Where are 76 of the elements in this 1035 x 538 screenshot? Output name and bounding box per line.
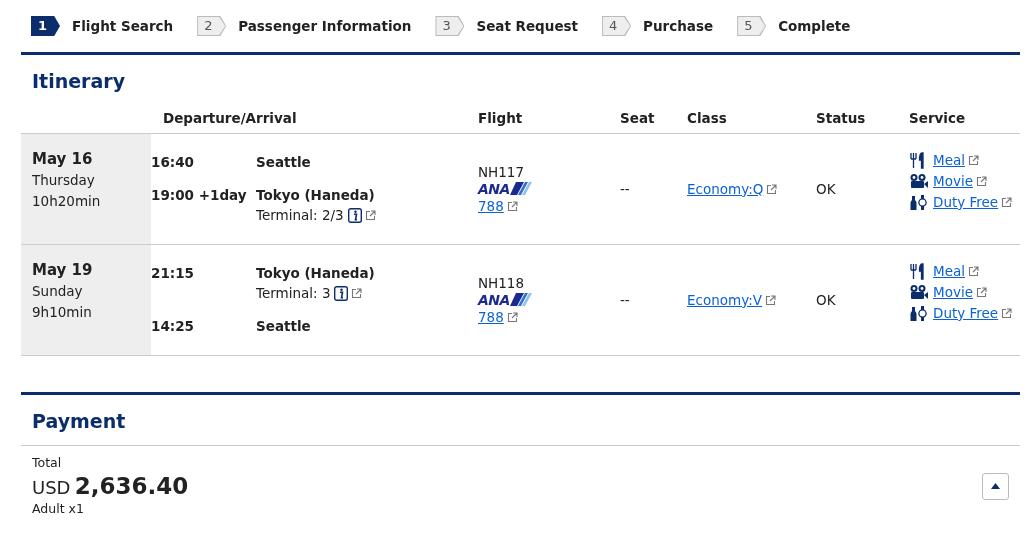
bottle-watch-icon xyxy=(909,193,929,211)
passenger-count: Adult x1 xyxy=(31,500,85,517)
airline-logo: ANA xyxy=(478,292,608,307)
step-label: Complete xyxy=(778,16,851,36)
column-header: Status xyxy=(815,108,867,128)
flight-duration: 10h20min xyxy=(32,191,102,211)
service-link[interactable]: Duty Free xyxy=(933,304,999,321)
flight-number: NH117 xyxy=(478,162,526,182)
airline-logo: ANA xyxy=(478,181,608,196)
service-link[interactable]: Duty Free xyxy=(933,193,999,210)
flight-date: May 19 xyxy=(32,259,94,281)
total-label: Total xyxy=(31,454,63,472)
external-link-icon xyxy=(351,288,363,300)
camera-icon xyxy=(909,283,929,301)
leg-city: Seattle xyxy=(256,153,312,173)
camera-icon xyxy=(909,172,929,190)
seat-value: -- xyxy=(620,290,631,310)
section-title: Itinerary xyxy=(21,52,1020,104)
class-link[interactable]: Economy:V xyxy=(687,291,762,308)
external-link-icon xyxy=(506,311,518,323)
external-link-icon xyxy=(1001,307,1013,319)
leg-city: Tokyo (Haneda) xyxy=(256,264,376,284)
step-number: 2 xyxy=(197,16,227,36)
terminal-text: Terminal: 2/3 xyxy=(256,207,344,224)
step-label: Purchase xyxy=(643,16,714,36)
leg-city: Tokyo (Haneda) xyxy=(256,185,376,205)
total-amount: 2,636.40 xyxy=(74,472,189,499)
service-link[interactable]: Movie xyxy=(933,283,973,300)
external-link-icon xyxy=(968,265,979,277)
info-icon xyxy=(334,286,349,302)
external-link-icon xyxy=(975,286,987,298)
bottle-watch-icon xyxy=(909,304,929,322)
leg-time: 16:40 xyxy=(151,153,195,173)
step-number: 4 xyxy=(602,16,632,36)
column-header: Class xyxy=(686,108,728,128)
column-header: Flight xyxy=(477,108,524,128)
class-link[interactable]: Economy:Q xyxy=(687,180,764,197)
service-link[interactable]: Movie xyxy=(933,172,973,189)
status-value: OK xyxy=(816,179,837,199)
step-number: 3 xyxy=(435,16,465,36)
service-link[interactable]: Meal xyxy=(933,262,965,279)
external-link-icon xyxy=(968,154,979,166)
external-link-icon xyxy=(766,183,778,195)
leg-time: 14:25 xyxy=(151,317,195,337)
seat-value: -- xyxy=(620,179,631,199)
step-number: 5 xyxy=(737,16,767,36)
collapse-button[interactable] xyxy=(982,472,1009,500)
aircraft-link[interactable]: 788 xyxy=(478,308,504,325)
section-title: Payment xyxy=(21,391,1020,446)
weekday: Sunday xyxy=(32,282,84,302)
weekday: Thursday xyxy=(32,171,96,191)
service-link[interactable]: Meal xyxy=(933,151,965,168)
step-label: Passenger Information xyxy=(238,16,412,36)
leg-time: 21:15 xyxy=(151,264,195,284)
external-link-icon xyxy=(975,175,987,187)
external-link-icon xyxy=(764,294,776,306)
external-link-icon xyxy=(1001,196,1013,208)
aircraft-link[interactable]: 788 xyxy=(478,197,504,214)
currency-label: USD xyxy=(32,476,71,498)
column-header: Service xyxy=(908,108,967,128)
column-header: Seat xyxy=(619,108,656,128)
external-link-icon xyxy=(364,210,376,222)
flight-duration: 9h10min xyxy=(32,302,93,322)
flight-date: May 16 xyxy=(32,148,94,170)
terminal-text: Terminal: 3 xyxy=(256,285,331,302)
leg-time: 19:00 +1day xyxy=(151,185,248,205)
column-header: Departure/Arrival xyxy=(162,108,298,128)
leg-city: Seattle xyxy=(256,317,312,337)
step-number: 1 xyxy=(31,16,60,36)
caret-up-icon xyxy=(991,483,1000,489)
flight-number: NH118 xyxy=(478,273,526,293)
external-link-icon xyxy=(506,200,518,212)
info-icon xyxy=(347,208,362,224)
step-label: Flight Search xyxy=(72,16,174,36)
step-label: Seat Request xyxy=(476,16,579,36)
status-value: OK xyxy=(816,290,837,310)
